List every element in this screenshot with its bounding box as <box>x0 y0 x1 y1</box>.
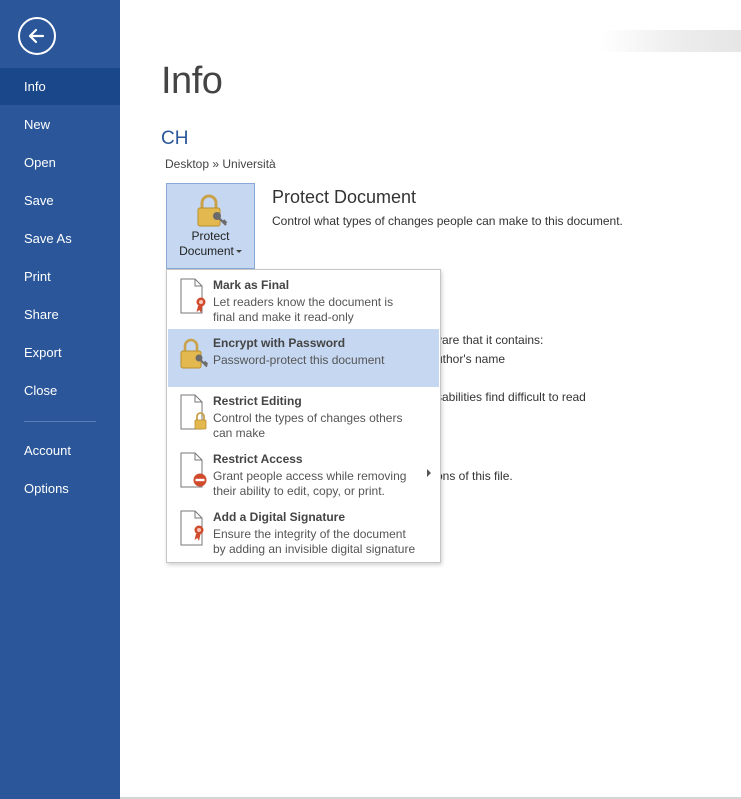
menu-item-description: Password-protect this document <box>213 353 385 367</box>
menu-item-description: Ensure the integrity of the document by a… <box>213 527 416 556</box>
inspect-text-1: vare that it contains: <box>436 333 544 347</box>
nav-info[interactable]: Info <box>0 68 120 105</box>
nav-separator <box>24 421 96 422</box>
nav-account[interactable]: Account <box>0 432 120 469</box>
protect-document-description: Control what types of changes people can… <box>272 214 623 228</box>
nav-save-as[interactable]: Save As <box>0 220 120 257</box>
menu-item-description: Grant people access while removing their … <box>213 469 407 498</box>
inspect-text-3: sabilities find difficult to read <box>436 390 586 404</box>
menu-item-restrict-editing[interactable]: Restrict Editing Control the types of ch… <box>168 387 439 445</box>
versions-text: ons of this file. <box>436 469 513 483</box>
nav-open[interactable]: Open <box>0 144 120 181</box>
menu-item-encrypt-with-password[interactable]: Encrypt with Password Password-protect t… <box>168 329 439 387</box>
document-path[interactable]: Desktop » Università <box>165 157 276 171</box>
nav-new[interactable]: New <box>0 106 120 143</box>
nav-save[interactable]: Save <box>0 182 120 219</box>
nav-options[interactable]: Options <box>0 470 120 507</box>
menu-item-title: Mark as Final <box>213 278 290 292</box>
menu-item-title: Encrypt with Password <box>213 336 346 350</box>
protect-button-label-line2: Document <box>167 244 254 258</box>
menu-item-add-digital-signature[interactable]: Add a Digital Signature Ensure the integ… <box>168 503 439 561</box>
backstage-sidebar: Info New Open Save Save As Print Share E… <box>0 0 120 799</box>
nav-export[interactable]: Export <box>0 334 120 371</box>
nav-close[interactable]: Close <box>0 372 120 409</box>
lock-key-icon <box>180 338 208 369</box>
page-title: Info <box>161 60 223 102</box>
lock-key-icon <box>197 194 228 227</box>
back-arrow-icon <box>28 28 45 44</box>
protect-document-menu: Mark as Final Let readers know the docum… <box>166 269 441 563</box>
nav-print[interactable]: Print <box>0 258 120 295</box>
dropdown-caret-icon <box>235 250 242 254</box>
menu-item-mark-as-final[interactable]: Mark as Final Let readers know the docum… <box>168 271 439 329</box>
menu-item-description: Let readers know the document is final an… <box>213 295 394 324</box>
header-decoration <box>600 30 741 52</box>
digital-signature-icon <box>180 510 204 546</box>
nav-share[interactable]: Share <box>0 296 120 333</box>
back-button[interactable] <box>18 17 56 55</box>
protect-document-button[interactable]: Protect Document <box>166 183 255 269</box>
restrict-access-icon <box>180 452 207 488</box>
menu-item-title: Restrict Access <box>213 452 303 466</box>
protect-document-heading: Protect Document <box>272 187 417 207</box>
menu-item-title: Restrict Editing <box>213 394 302 408</box>
protect-button-label-line1: Protect <box>191 229 230 243</box>
menu-item-title: Add a Digital Signature <box>213 510 346 524</box>
menu-item-description: Control the types of changes others can m… <box>213 411 403 440</box>
submenu-arrow-icon <box>427 469 431 477</box>
inspect-text-2: uthor's name <box>436 352 505 366</box>
mark-final-icon <box>180 278 206 314</box>
document-name: CH <box>161 128 189 149</box>
restrict-editing-icon <box>180 394 207 430</box>
menu-item-restrict-access[interactable]: Restrict Access Grant people access whil… <box>168 445 439 503</box>
